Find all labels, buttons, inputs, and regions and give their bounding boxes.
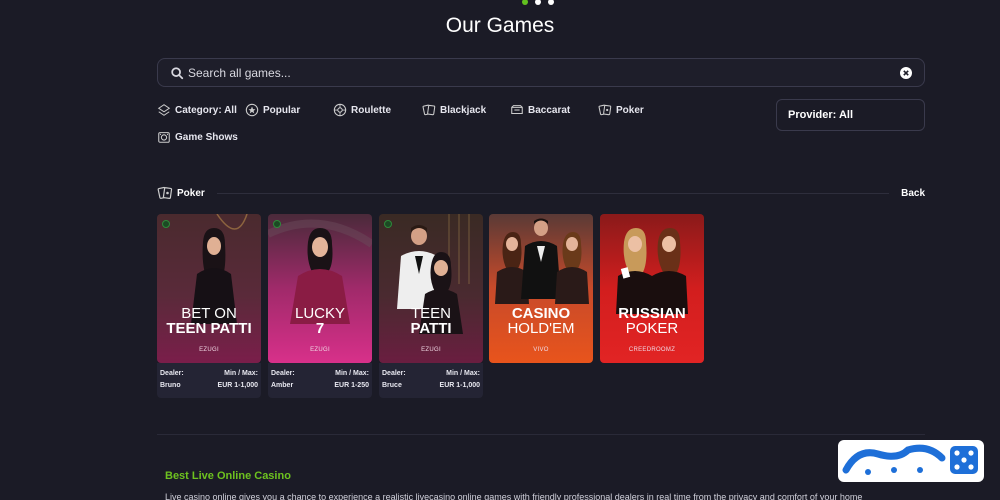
section-title-text: Poker (177, 187, 205, 199)
game-card[interactable]: BET ON TEEN PATTI EZUGI Dealer: Min / Max… (157, 214, 261, 398)
game-name: TEEN PATTI (410, 305, 452, 337)
filter-poker[interactable]: Poker (598, 103, 644, 117)
game-provider: EZUGI (421, 347, 441, 353)
carousel-dot[interactable] (548, 0, 554, 5)
filter-game-shows[interactable]: Game Shows (157, 130, 238, 144)
game-provider: EZUGI (199, 347, 219, 353)
filter-label: Roulette (351, 104, 391, 116)
provider-dropdown[interactable]: Provider: All (776, 99, 925, 131)
roulette-icon (333, 103, 347, 117)
dealer-label: Dealer: (382, 370, 406, 377)
game-art (379, 214, 483, 363)
section-divider (216, 192, 890, 194)
filter-label: Popular (263, 104, 301, 116)
watermark-logo (838, 440, 984, 482)
category-icon (157, 104, 171, 116)
minmax-label: Min / Max: (224, 370, 258, 377)
dealer-label: Dealer: (160, 370, 184, 377)
game-art (268, 214, 372, 363)
game-card[interactable]: LUCKY 7 EZUGI Dealer: Min / Max: Amber EUR… (268, 214, 372, 398)
section-header: Poker Back (157, 184, 925, 202)
minmax-value: EUR 1-1,000 (217, 382, 258, 389)
poker-icon (157, 186, 173, 199)
game-provider: VIVO (533, 347, 549, 353)
minmax-value: EUR 1-250 (334, 382, 369, 389)
filter-category[interactable]: Category: All (157, 103, 237, 117)
poker-icon (598, 104, 612, 116)
section-title: Poker (157, 185, 205, 201)
game-name: CASINO HOLD'EM (507, 305, 575, 337)
game-name: RUSSIAN POKER (618, 305, 686, 337)
filter-baccarat[interactable]: Baccarat (510, 103, 570, 117)
search-input[interactable] (188, 65, 900, 80)
minmax-label: Min / Max: (335, 370, 369, 377)
live-badge (273, 220, 281, 228)
baccarat-icon (511, 105, 523, 115)
game-art (489, 214, 593, 363)
game-provider: EZUGI (310, 347, 330, 353)
game-card[interactable]: RUSSIAN POKER CREEDROOMZ (600, 214, 704, 363)
filter-popular[interactable]: Popular (245, 103, 300, 117)
carousel-dot-active[interactable] (522, 0, 528, 5)
search-icon (171, 66, 184, 79)
filter-label: Poker (616, 104, 644, 116)
game-name: BET ON TEEN PATTI (166, 305, 252, 337)
filter-label: Baccarat (528, 104, 571, 116)
seo-title: Best Live Online Casino (165, 470, 291, 482)
game-provider: CREEDROOMZ (628, 347, 676, 353)
filter-roulette[interactable]: Roulette (333, 103, 391, 117)
minmax-label: Min / Max: (446, 370, 480, 377)
game-info: Dealer: Min / Max: Bruce EUR 1-1,000 (379, 363, 483, 398)
game-thumbnail[interactable]: RUSSIAN POKER CREEDROOMZ (600, 214, 704, 363)
search-bar[interactable] (157, 58, 925, 87)
game-art (600, 214, 704, 363)
game-info: Dealer: Min / Max: Bruno EUR 1-1,000 (157, 363, 261, 398)
content-divider (157, 434, 925, 435)
carousel-dot[interactable] (535, 0, 541, 5)
seo-text: Live casino online gives you a chance to… (165, 492, 863, 500)
game-thumbnail[interactable]: CASINO HOLD'EM VIVO (489, 214, 593, 363)
game-art (157, 214, 261, 363)
game-thumbnail[interactable]: BET ON TEEN PATTI EZUGI (157, 214, 261, 363)
filter-blackjack[interactable]: Blackjack (422, 103, 486, 117)
blackjack-icon (422, 104, 436, 116)
filter-label: Category: All (175, 104, 237, 116)
clear-icon[interactable] (900, 66, 912, 79)
dealer-name: Bruce (382, 382, 402, 389)
popular-icon (245, 103, 259, 117)
carousel-dots[interactable] (522, 0, 554, 5)
game-card[interactable]: TEEN PATTI EZUGI Dealer: Min / Max: Bruce… (379, 214, 483, 398)
filter-label: Blackjack (440, 104, 487, 116)
game-info: Dealer: Min / Max: Amber EUR 1-250 (268, 363, 372, 398)
page-title: Our Games (445, 14, 555, 37)
dealer-name: Bruno (160, 382, 181, 389)
back-button[interactable]: Back (901, 188, 925, 199)
game-name: LUCKY 7 (294, 305, 346, 337)
dealer-name: Amber (271, 382, 294, 389)
provider-label: Provider: All (788, 109, 853, 121)
filter-label: Game Shows (175, 131, 238, 143)
dealer-label: Dealer: (271, 370, 295, 377)
game-thumbnail[interactable]: LUCKY 7 EZUGI (268, 214, 372, 363)
live-badge (384, 220, 392, 228)
game-shows-icon (158, 132, 170, 143)
minmax-value: EUR 1-1,000 (439, 382, 480, 389)
game-thumbnail[interactable]: TEEN PATTI EZUGI (379, 214, 483, 363)
live-badge (162, 220, 170, 228)
game-card[interactable]: CASINO HOLD'EM VIVO (489, 214, 593, 363)
